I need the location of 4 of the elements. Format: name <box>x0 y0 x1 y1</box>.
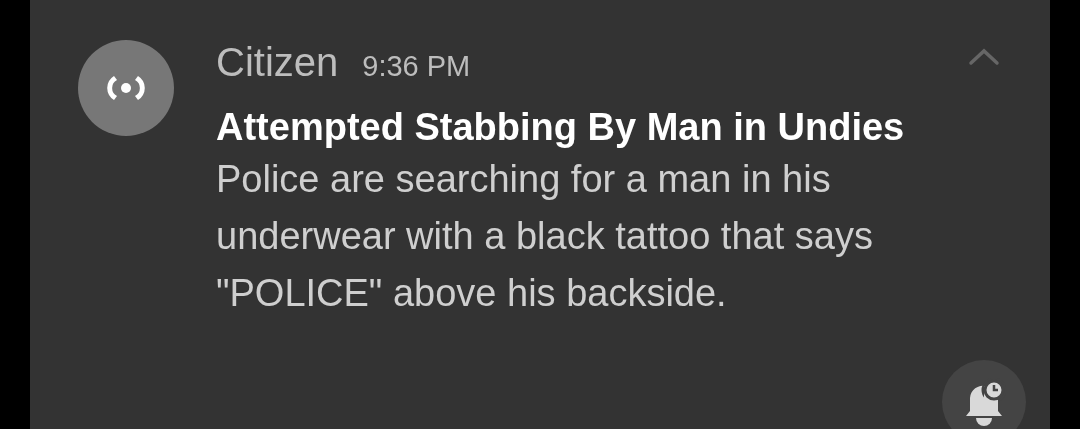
notification-title: Attempted Stabbing By Man in Undies <box>216 106 906 149</box>
notification-time: 9:36 PM <box>362 50 471 83</box>
notification-body: Police are searching for a man in his underwear with a black tattoo that says "POLICE" above his backside. <box>216 157 874 316</box>
app-name: Citizen <box>216 40 339 85</box>
